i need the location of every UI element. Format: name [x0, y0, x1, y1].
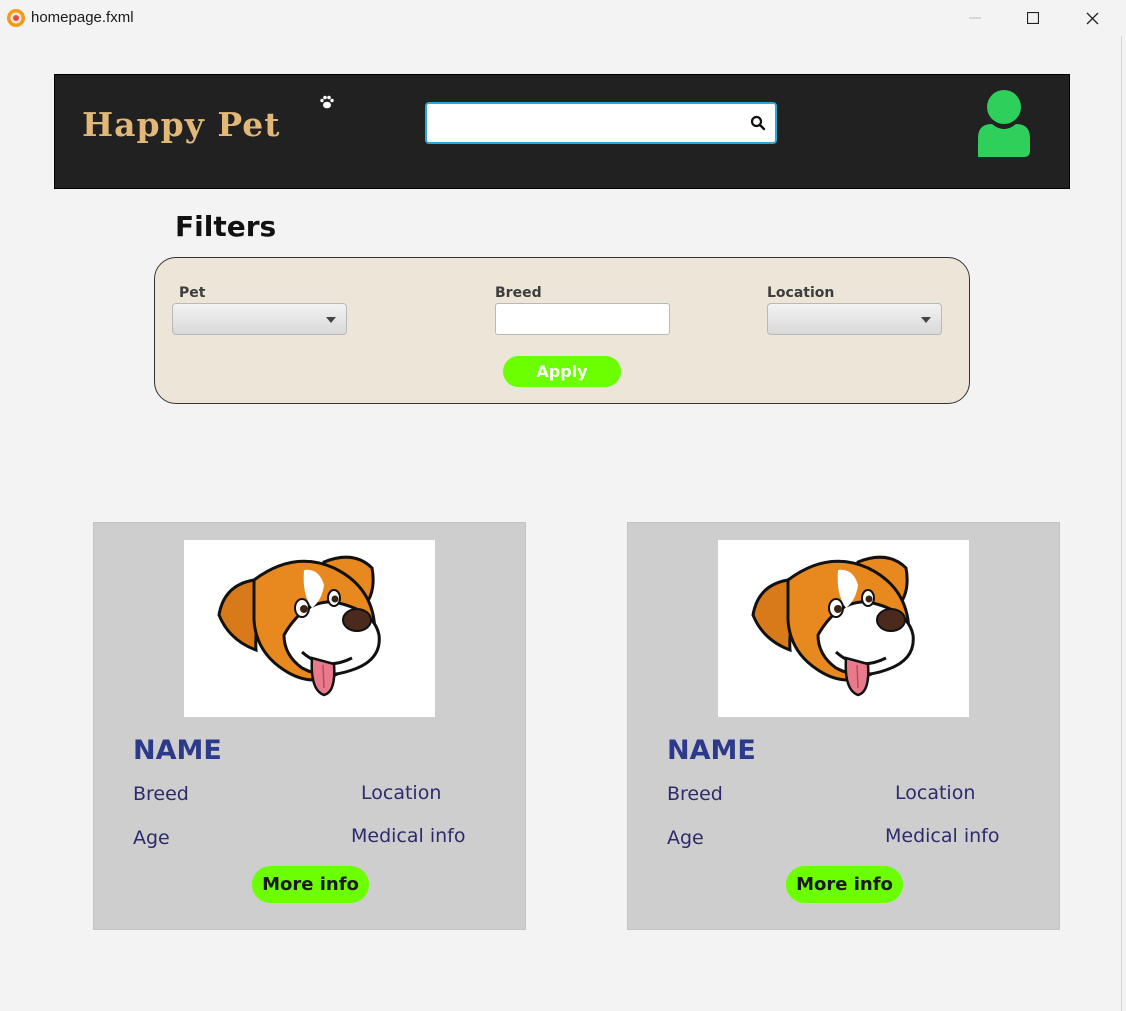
apply-button[interactable]: Apply — [503, 356, 621, 387]
location-filter-label: Location — [767, 285, 835, 301]
more-info-button[interactable]: More info — [786, 866, 903, 903]
user-profile-icon[interactable] — [976, 90, 1032, 157]
minimize-button[interactable] — [946, 0, 1004, 36]
chevron-down-icon — [326, 317, 336, 323]
filters-heading: Filters — [175, 210, 277, 243]
pet-breed: Breed — [667, 783, 723, 805]
breed-input[interactable] — [495, 303, 670, 335]
more-info-button[interactable]: More info — [252, 866, 369, 903]
location-dropdown[interactable] — [767, 303, 942, 335]
pet-filter-label: Pet — [179, 285, 206, 301]
dog-illustration — [751, 555, 915, 697]
pet-medical-info: Medical info — [351, 825, 466, 847]
paw-icon — [320, 95, 334, 109]
pet-age: Age — [667, 827, 704, 849]
search-icon[interactable] — [750, 115, 766, 131]
window-titlebar: homepage.fxml — [0, 0, 1126, 36]
pet-location: Location — [361, 782, 442, 804]
pet-card: NAME Breed Location Age Medical info Mor… — [93, 522, 526, 930]
minimize-icon — [969, 17, 981, 19]
pet-name: NAME — [667, 735, 756, 766]
window-border — [1121, 36, 1122, 1011]
app-icon — [7, 9, 25, 27]
dog-illustration — [217, 555, 381, 697]
maximize-button[interactable] — [1004, 0, 1062, 36]
maximize-icon — [1027, 12, 1039, 24]
pet-card: NAME Breed Location Age Medical info Mor… — [627, 522, 1060, 930]
filter-panel: Pet Breed Location Apply — [154, 257, 970, 404]
pet-medical-info: Medical info — [885, 825, 1000, 847]
close-icon — [1086, 12, 1098, 24]
pet-photo — [184, 540, 435, 717]
search-box — [425, 102, 777, 144]
search-input[interactable] — [433, 110, 733, 136]
app-header: Happy Pet — [54, 74, 1070, 189]
pet-breed: Breed — [133, 783, 189, 805]
chevron-down-icon — [921, 317, 931, 323]
window-title: homepage.fxml — [31, 9, 134, 26]
pet-location: Location — [895, 782, 976, 804]
brand-logo-text: Happy Pet — [82, 105, 281, 144]
breed-filter-label: Breed — [495, 285, 542, 301]
pet-age: Age — [133, 827, 170, 849]
pet-photo — [718, 540, 969, 717]
pet-dropdown[interactable] — [172, 303, 347, 335]
pet-name: NAME — [133, 735, 222, 766]
close-button[interactable] — [1063, 0, 1121, 36]
